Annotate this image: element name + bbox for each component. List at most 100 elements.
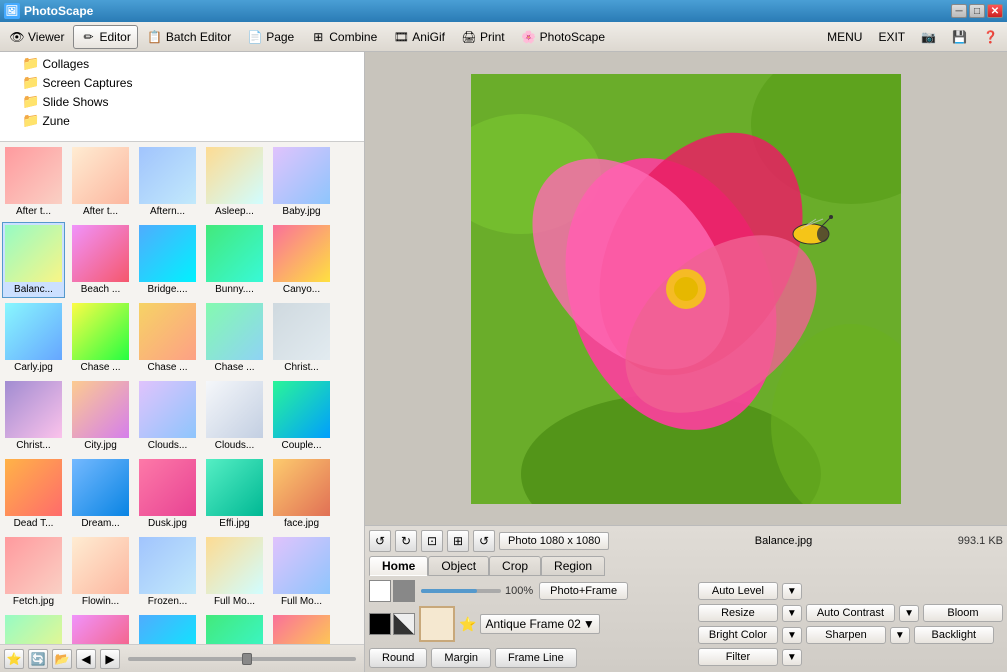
toolbar-batch[interactable]: 📋 Batch Editor [140, 25, 238, 49]
filter-dropdown[interactable]: ▼ [782, 649, 802, 666]
tree-item-screen-captures[interactable]: 📁 Screen Captures [2, 73, 362, 92]
thumbnail-item[interactable]: Harves... [270, 612, 333, 644]
tree-item-zune[interactable]: 📁 Zune [2, 111, 362, 130]
fav-button[interactable]: ⭐ [4, 649, 24, 669]
backlight-button[interactable]: Backlight [914, 626, 994, 644]
tab-home[interactable]: Home [369, 556, 428, 576]
exit-button[interactable]: EXIT [871, 25, 912, 49]
tab-region[interactable]: Region [541, 556, 605, 576]
toolbar-editor[interactable]: ✏ Editor [73, 25, 137, 49]
slider-track[interactable] [421, 589, 501, 593]
thumbnail-item[interactable]: Happy... [203, 612, 266, 644]
color-box-gray[interactable] [393, 580, 415, 602]
thumbnail-item[interactable]: After t... [69, 144, 132, 220]
thumbnail-item[interactable]: Chase ... [203, 300, 266, 376]
thumbnail-item[interactable]: City.jpg [69, 378, 132, 454]
bright-color-dropdown[interactable]: ▼ [782, 627, 802, 644]
tree-item-collages[interactable]: 📁 Collages [2, 54, 362, 73]
thumbnail-item[interactable]: Gizmo.... [2, 612, 65, 644]
frame-select[interactable]: Antique Frame 02 ▼ [480, 614, 599, 634]
thumbnail-label: Couple... [273, 440, 330, 451]
thumbnail-item[interactable]: Canyo... [270, 222, 333, 298]
toolbar-photoscape[interactable]: 🌸 PhotoScape [514, 25, 612, 49]
bloom-button[interactable]: Bloom [923, 604, 1003, 622]
thumbnail-item[interactable]: Bridge.... [136, 222, 199, 298]
resize-dropdown[interactable]: ▼ [782, 605, 802, 622]
thumbnail-item[interactable]: Balanc... [2, 222, 65, 298]
thumbnail-item[interactable]: Clouds... [136, 378, 199, 454]
thumbnail-item[interactable]: Flowin... [69, 534, 132, 610]
next-folder-button[interactable]: ▶ [100, 649, 120, 669]
thumbnail-item[interactable]: Effi.jpg [203, 456, 266, 532]
help-button[interactable]: ❓ [976, 25, 1005, 49]
color-box-checker[interactable] [393, 613, 415, 635]
thumbnail-item[interactable]: Beach ... [69, 222, 132, 298]
tab-object[interactable]: Object [428, 556, 489, 576]
thumbnail-item[interactable]: Chase ... [136, 300, 199, 376]
close-button[interactable]: ✕ [987, 4, 1003, 18]
bright-color-button[interactable]: Bright Color [698, 626, 778, 644]
thumbnail-item[interactable]: Happy ... [136, 612, 199, 644]
thumbnail-label: Flowin... [72, 596, 129, 607]
minimize-button[interactable]: ─ [951, 4, 967, 18]
auto-level-dropdown[interactable]: ▼ [782, 583, 802, 600]
photo-frame-button[interactable]: Photo+Frame [539, 582, 628, 600]
auto-contrast-dropdown[interactable]: ▼ [899, 605, 919, 622]
thumbnail-item[interactable]: face.jpg [270, 456, 333, 532]
zoom-full-button[interactable]: ⊞ [447, 530, 469, 552]
rotate-right-button[interactable]: ↻ [395, 530, 417, 552]
rotate-left-button[interactable]: ↺ [369, 530, 391, 552]
sharpen-dropdown[interactable]: ▼ [890, 627, 910, 644]
refresh-button[interactable]: 🔄 [28, 649, 48, 669]
menu-button[interactable]: MENU [820, 25, 869, 49]
thumbnail-item[interactable]: Bunny.... [203, 222, 266, 298]
auto-level-button[interactable]: Auto Level [698, 582, 778, 600]
refresh-photo-button[interactable]: ↺ [473, 530, 495, 552]
thumbnail-item[interactable]: Dream... [69, 456, 132, 532]
folder-button[interactable]: 📂 [52, 649, 72, 669]
camera-button[interactable]: 📷 [914, 25, 943, 49]
thumbnail-item[interactable]: Fetch.jpg [2, 534, 65, 610]
toolbar-combine[interactable]: ⊞ Combine [303, 25, 384, 49]
thumbnail-item[interactable]: Dusk.jpg [136, 456, 199, 532]
zoom-slider[interactable] [128, 657, 356, 661]
color-box-black[interactable] [369, 613, 391, 635]
color-box-white[interactable] [369, 580, 391, 602]
toolbar-page[interactable]: 📄 Page [240, 25, 301, 49]
auto-contrast-button[interactable]: Auto Contrast [806, 604, 895, 622]
toolbar-print[interactable]: 🖨 Print [454, 25, 512, 49]
thumbnail-item[interactable]: Full Mo... [203, 534, 266, 610]
thumbnail-item[interactable]: Frozen... [136, 534, 199, 610]
resize-button[interactable]: Resize [698, 604, 778, 622]
thumbnail-item[interactable]: Baby.jpg [270, 144, 333, 220]
round-button[interactable]: Round [369, 648, 427, 668]
thumbnail-item[interactable]: Clouds... [203, 378, 266, 454]
thumbnail-item[interactable]: Christ... [270, 300, 333, 376]
thumbnail-item[interactable]: Aftern... [136, 144, 199, 220]
thumbnail-item[interactable]: After t... [2, 144, 65, 220]
thumbnail-item[interactable]: Chase ... [69, 300, 132, 376]
maximize-button[interactable]: □ [969, 4, 985, 18]
thumbnail-item[interactable]: Christ... [2, 378, 65, 454]
thumbnail-item[interactable]: Asleep... [203, 144, 266, 220]
frame-line-button[interactable]: Frame Line [495, 648, 577, 668]
thumbnail-item[interactable]: Couple... [270, 378, 333, 454]
toolbar-anigif[interactable]: 🎞 AniGif [386, 25, 452, 49]
photo-info-button[interactable]: Photo 1080 x 1080 [499, 532, 609, 550]
zoom-fit-button[interactable]: ⊡ [421, 530, 443, 552]
tab-crop[interactable]: Crop [489, 556, 541, 576]
save-button[interactable]: 💾 [945, 25, 974, 49]
margin-button[interactable]: Margin [431, 648, 491, 668]
thumbnail-image [206, 225, 263, 282]
tree-item-slide-shows[interactable]: 📁 Slide Shows [2, 92, 362, 111]
thumbnail-item[interactable]: Happy ... [69, 612, 132, 644]
thumbnail-item[interactable]: Full Mo... [270, 534, 333, 610]
prev-folder-button[interactable]: ◀ [76, 649, 96, 669]
thumbnail-item[interactable]: Dead T... [2, 456, 65, 532]
thumbnail-item[interactable]: Carly.jpg [2, 300, 65, 376]
thumbnail-image [72, 537, 129, 594]
filter-button[interactable]: Filter [698, 648, 778, 666]
zoom-thumb[interactable] [242, 653, 252, 665]
sharpen-button[interactable]: Sharpen [806, 626, 886, 644]
toolbar-viewer[interactable]: 👁 Viewer [2, 25, 71, 49]
